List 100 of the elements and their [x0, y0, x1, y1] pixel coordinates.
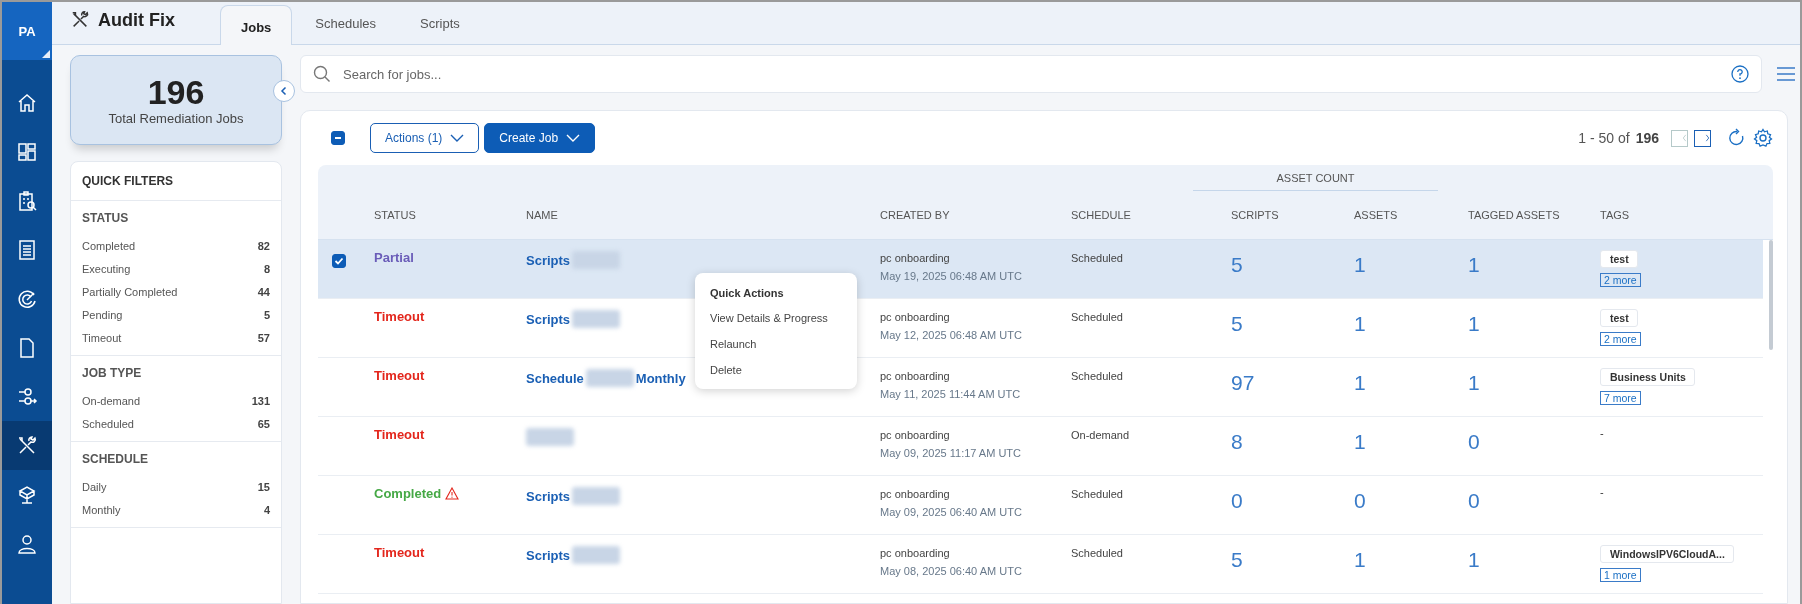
checkmark-icon	[334, 256, 344, 266]
menu-icon[interactable]	[1776, 66, 1796, 82]
create-job-button[interactable]: Create Job	[484, 123, 596, 153]
menu-item[interactable]: View Details & Progress	[695, 305, 857, 331]
tag-chip: WindowsIPV6CloudA...	[1600, 545, 1734, 563]
job-name-link[interactable]: Monthly	[635, 370, 686, 386]
creator-name: pc onboarding	[880, 547, 951, 559]
assets-count[interactable]: 1	[1354, 309, 1468, 336]
assets-count[interactable]: 1	[1354, 427, 1468, 454]
filter-item[interactable]: Executing 8	[82, 257, 270, 280]
blurred-text	[572, 487, 621, 505]
scripts-count[interactable]: 5	[1231, 309, 1354, 336]
assets-count[interactable]: 1	[1354, 368, 1468, 395]
job-name-link[interactable]: Scripts	[526, 547, 571, 563]
tools-icon	[70, 10, 90, 30]
filter-section-title: STATUS	[82, 211, 130, 225]
assets-count[interactable]: 1	[1354, 545, 1468, 572]
search-input[interactable]: Search for jobs...	[341, 65, 1721, 83]
tagged-assets-count[interactable]: 1	[1468, 545, 1600, 572]
scrollbar-thumb[interactable]	[1769, 240, 1773, 350]
status-text: Timeout	[374, 309, 425, 324]
table-row[interactable]: Completed Scripts pc onboarding May 09, 2025 06:40 AM UTC Scheduled 0 0 0 -	[318, 476, 1763, 535]
table-row[interactable]: Timeout pc onboarding May 09, 2025 11:17 AM UTC On-demand 8 1 0 -	[318, 417, 1763, 476]
flow-icon	[16, 385, 38, 408]
blurred-text	[585, 369, 634, 387]
blurred-text	[526, 428, 574, 446]
menu-item[interactable]: Delete	[695, 357, 857, 383]
column-header: CREATED BY	[880, 209, 951, 221]
actions-button[interactable]: Actions (1)	[370, 123, 480, 153]
menu-item[interactable]: Relaunch	[695, 331, 857, 357]
created-date: May 11, 2025 11:44 AM UTC	[880, 388, 1022, 400]
scripts-count[interactable]: 8	[1231, 427, 1354, 454]
more-tags-link[interactable]: 2 more	[1600, 332, 1641, 346]
chevron-down-icon	[566, 134, 581, 142]
settings-icon[interactable]	[1753, 128, 1773, 148]
tag-chip: Business Units	[1600, 368, 1695, 386]
more-tags-link[interactable]: 1 more	[1600, 568, 1641, 582]
assets-count[interactable]: 1	[1354, 250, 1468, 277]
creator-name: pc onboarding	[880, 370, 951, 382]
tagged-assets-count[interactable]: 1	[1468, 368, 1600, 395]
filter-item[interactable]: Pending 5	[82, 303, 270, 326]
more-tags-link[interactable]: 2 more	[1600, 273, 1641, 287]
nav-item[interactable]	[2, 421, 52, 470]
job-name-link[interactable]: Scripts	[526, 311, 571, 327]
column-header: NAME	[526, 209, 559, 221]
app-title: Audit Fix	[98, 9, 175, 31]
tab[interactable]: Schedules	[294, 5, 398, 45]
status-text: Completed	[374, 486, 442, 501]
filter-item[interactable]: Scheduled 65	[82, 412, 270, 435]
total-count: 196	[147, 73, 205, 112]
more-tags-link[interactable]: 7 more	[1600, 391, 1641, 405]
column-header: TAGGED ASSETS	[1468, 209, 1561, 221]
search-field[interactable]: Search for jobs...	[300, 55, 1762, 93]
tag-chip: test	[1600, 250, 1638, 268]
filter-item[interactable]: Completed 82	[82, 234, 270, 257]
help-icon[interactable]	[1731, 65, 1749, 83]
collapse-button[interactable]	[273, 80, 295, 102]
tagged-assets-count[interactable]: 1	[1468, 250, 1600, 277]
tagged-assets-count[interactable]: 0	[1468, 486, 1600, 513]
filter-item[interactable]: Partially Completed 44	[82, 280, 270, 303]
tagged-assets-count[interactable]: 0	[1468, 427, 1600, 454]
filter-item[interactable]: Daily 15	[82, 475, 270, 498]
chevron-left-icon	[279, 86, 289, 96]
schedule-cell-text: Scheduled	[1071, 369, 1124, 382]
empty-tags: -	[1600, 486, 1604, 498]
menu-title: Quick Actions	[709, 286, 785, 301]
filter-item[interactable]: On-demand 131	[82, 389, 270, 412]
job-name-link[interactable]: Scripts	[526, 488, 571, 504]
scripts-count[interactable]: 0	[1231, 486, 1354, 513]
scripts-count[interactable]: 5	[1231, 250, 1354, 277]
summary-label: Total Remediation Jobs	[108, 111, 244, 127]
filter-section-title: JOB TYPE	[82, 366, 143, 380]
assets-count[interactable]: 0	[1354, 486, 1468, 513]
job-name-link[interactable]: Scripts	[526, 252, 571, 268]
scripts-count[interactable]: 97	[1231, 368, 1354, 395]
blurred-text	[572, 310, 621, 328]
job-name-link[interactable]: Schedule	[526, 370, 584, 386]
column-header: SCRIPTS	[1231, 209, 1280, 221]
tab[interactable]: Jobs	[220, 5, 293, 45]
table-row[interactable]: Timeout Scripts pc onboarding May 08, 2025 06:40 AM UTC Scheduled 5 1 1 WindowsIPV6CloudA... 1 more	[318, 535, 1763, 594]
filter-section-title: SCHEDULE	[82, 452, 149, 466]
filter-item[interactable]: Monthly 4	[82, 498, 270, 521]
status-text: Timeout	[374, 427, 425, 442]
scripts-count[interactable]: 5	[1231, 545, 1354, 572]
schedule-cell-text: Scheduled	[1071, 310, 1124, 323]
status-text: Partial	[374, 250, 414, 265]
tab[interactable]: Scripts	[399, 5, 481, 45]
package-icon	[16, 483, 38, 506]
next-page-button[interactable]	[1694, 129, 1711, 147]
user-avatar[interactable]: PA	[2, 2, 52, 60]
column-header: TAGS	[1600, 209, 1631, 221]
filter-item[interactable]: Timeout 57	[82, 326, 270, 349]
pagination-range: 1 - 50 of	[1578, 130, 1630, 146]
row-checkbox[interactable]	[332, 254, 346, 268]
creator-name: pc onboarding	[880, 311, 951, 323]
tagged-assets-count[interactable]: 1	[1468, 309, 1600, 336]
created-date: May 12, 2025 06:48 AM UTC	[880, 329, 1023, 341]
search-icon	[313, 65, 331, 83]
clipboard-icon	[16, 189, 38, 212]
select-all-checkbox[interactable]	[331, 131, 345, 145]
